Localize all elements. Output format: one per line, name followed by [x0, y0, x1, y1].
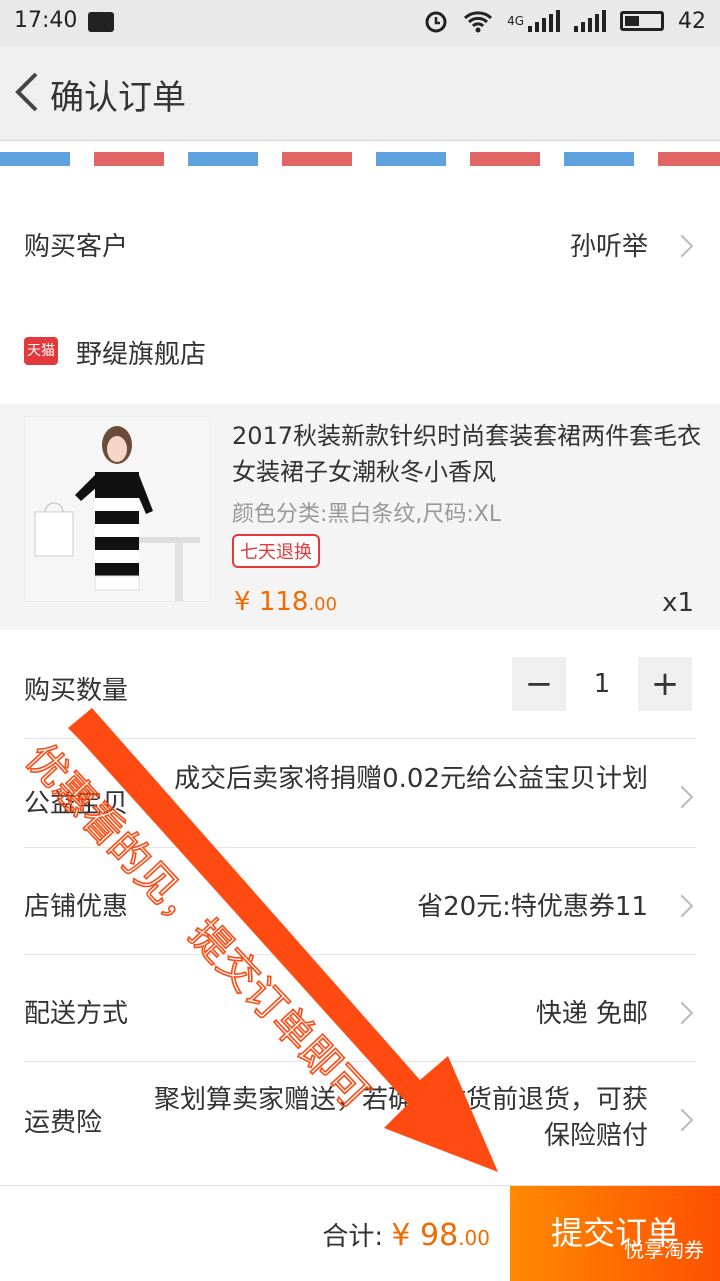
- chevron-right-icon: [670, 894, 694, 918]
- nav-bar: 确认订单: [0, 46, 720, 141]
- product-price: ¥ 118.00: [234, 587, 337, 617]
- chevron-right-icon: [670, 785, 694, 809]
- shipping-insurance-row[interactable]: 运费险 聚划算卖家赠送，若确认收货前退货，可获保险赔付: [0, 1062, 720, 1172]
- shop-discount-label: 店铺优惠: [24, 892, 129, 922]
- shipping-insurance-value: 聚划算卖家赠送，若确认收货前退货，可获保险赔付: [153, 1085, 648, 1151]
- charity-row[interactable]: 公益宝贝 成交后卖家将捐赠0.02元给公益宝贝计划: [0, 739, 720, 847]
- product-quantity: x1: [662, 588, 694, 618]
- alarm-icon: [425, 11, 447, 33]
- buyer-row[interactable]: 购买客户 孙听举: [0, 190, 720, 294]
- shipping-insurance-label: 运费险: [24, 1108, 103, 1138]
- decrease-button[interactable]: −: [512, 657, 566, 711]
- quantity-label: 购买数量: [24, 676, 129, 706]
- price-symbol: ¥: [234, 587, 251, 617]
- tmall-logo: 天猫: [24, 337, 58, 365]
- price-dec: .00: [308, 594, 338, 615]
- bottom-bar: 合计: ¥ 98.00 提交订单: [0, 1185, 720, 1281]
- shop-discount-value: 省20元:特优惠券11: [417, 892, 648, 922]
- signal-icon: [528, 10, 560, 32]
- total-dec: .00: [458, 1226, 490, 1250]
- status-icons: 4G 42: [423, 8, 706, 34]
- image-icon: [88, 12, 114, 32]
- airmail-stripe: [0, 152, 720, 166]
- buyer-label: 购买客户: [24, 232, 129, 262]
- status-bar: 17:40 4G 42: [0, 0, 720, 46]
- product-card[interactable]: 2017秋装新款针织时尚套装套裙两件套毛衣女装裙子女潮秋冬小香风 颜色分类:黑白…: [0, 404, 720, 630]
- shop-discount-row[interactable]: 店铺优惠 省20元:特优惠券11: [0, 848, 720, 954]
- total-currency: ¥: [391, 1218, 411, 1253]
- chevron-right-icon: [670, 1001, 694, 1025]
- status-time: 17:40: [14, 8, 78, 33]
- battery-level: 42: [678, 8, 706, 34]
- delivery-value: 快递 免邮: [535, 999, 648, 1029]
- watermark-left: 大数跨境: [8, 1258, 73, 1277]
- watermark-right: 悦享淘券: [624, 1238, 704, 1262]
- product-title: 2017秋装新款针织时尚套装套裙两件套毛衣女装裙子女潮秋冬小香风: [232, 422, 702, 486]
- total-label: 合计:: [322, 1222, 384, 1252]
- chevron-right-icon: [670, 234, 694, 258]
- shop-name[interactable]: 野缇旗舰店: [76, 334, 206, 371]
- price-int: 118: [258, 587, 309, 617]
- signal-icon-2: [574, 10, 606, 32]
- wifi-icon: [464, 11, 493, 33]
- quantity-stepper[interactable]: − 1 +: [512, 657, 692, 711]
- page-title: 确认订单: [50, 78, 186, 118]
- buyer-value: 孙听举: [569, 232, 648, 262]
- total-int: 98: [420, 1218, 459, 1253]
- delivery-label: 配送方式: [24, 999, 129, 1029]
- increase-button[interactable]: +: [638, 657, 692, 711]
- chevron-right-icon: [670, 1108, 694, 1132]
- total-amount: ¥ 98.00: [391, 1218, 490, 1253]
- product-image[interactable]: [24, 416, 210, 602]
- order-total: 合计: ¥ 98.00: [322, 1216, 490, 1253]
- quantity-value[interactable]: 1: [566, 669, 638, 699]
- battery-icon: [620, 11, 664, 31]
- delivery-row[interactable]: 配送方式 快递 免邮: [0, 955, 720, 1061]
- back-arrow-icon[interactable]: [10, 68, 46, 116]
- charity-label: 公益宝贝: [24, 789, 129, 819]
- seven-day-return-badge: 七天退换: [232, 534, 320, 568]
- charity-value: 成交后卖家将捐赠0.02元给公益宝贝计划: [174, 764, 648, 794]
- network-type: 4G: [507, 14, 524, 28]
- product-spec: 颜色分类:黑白条纹,尺码:XL: [232, 502, 502, 527]
